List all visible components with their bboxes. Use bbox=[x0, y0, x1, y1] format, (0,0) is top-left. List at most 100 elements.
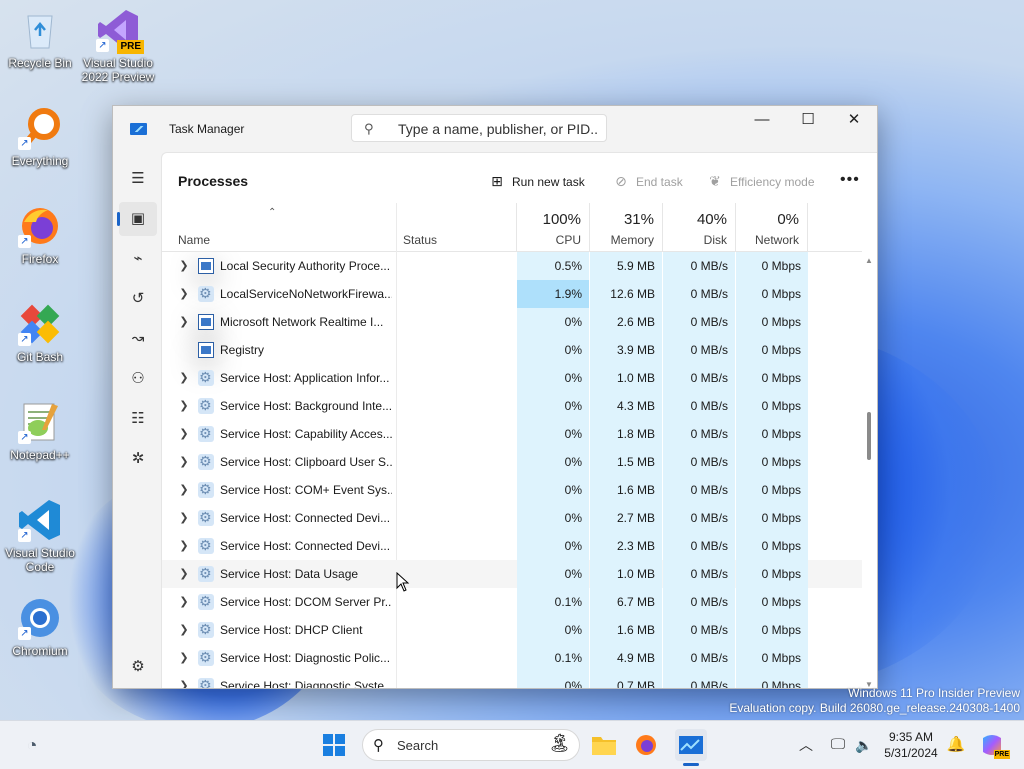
expand-chevron-icon[interactable]: ❯ bbox=[178, 392, 190, 420]
nav-app-history[interactable]: ↺ bbox=[119, 282, 157, 316]
hamburger-menu-button[interactable]: ☰ bbox=[119, 162, 157, 196]
table-row[interactable]: ❯ Local Security Authority Proce... 0.5% 5.… bbox=[162, 252, 862, 280]
disk-value: 0 MB/s bbox=[663, 532, 735, 560]
expand-chevron-icon[interactable]: ❯ bbox=[178, 476, 190, 504]
nav-settings[interactable]: ⚙ bbox=[119, 650, 157, 684]
desktop-icon-notepad-plus-plus[interactable]: ↗ Notepad++ bbox=[0, 400, 80, 462]
table-row[interactable]: ❯ Service Host: DHCP Client 0%1.6 MB0 MB/s… bbox=[162, 616, 862, 644]
processes-icon: ▣ bbox=[130, 210, 146, 227]
process-list: ❯ Local Security Authority Proce... 0.5% 5.… bbox=[162, 252, 862, 688]
desktop-icon-git-bash[interactable]: ↗ Git Bash bbox=[0, 302, 80, 364]
desktop-icon-recycle-bin[interactable]: Recycle Bin bbox=[0, 8, 80, 70]
network-value: 0 Mbps bbox=[736, 336, 808, 364]
table-row[interactable]: ❯ Service Host: Connected Devi... 0%2.3 MB… bbox=[162, 532, 862, 560]
widgets-weather-button[interactable]: ◔ bbox=[16, 729, 48, 761]
firefox-taskbar-button[interactable] bbox=[630, 729, 662, 761]
expand-chevron-icon[interactable]: ❯ bbox=[178, 644, 190, 672]
page-title: Processes bbox=[178, 173, 249, 189]
gear-icon bbox=[198, 481, 214, 498]
show-hidden-icons-button[interactable]: ︿ bbox=[790, 729, 822, 761]
memory-value: 5.9 MB bbox=[590, 252, 662, 280]
notifications-button[interactable]: 🔔 bbox=[940, 729, 972, 761]
run-new-task-button[interactable]: ⊞ Run new task bbox=[488, 167, 585, 195]
process-status bbox=[402, 364, 516, 392]
desktop-icon-vscode[interactable]: ↗ Visual Studio Code bbox=[0, 498, 80, 574]
desktop-icon-chromium[interactable]: ↗ Chromium bbox=[0, 596, 80, 658]
nav-startup-apps[interactable]: ↝ bbox=[119, 322, 157, 356]
nav-performance[interactable]: ⌁ bbox=[119, 242, 157, 276]
desktop-icon-visual-studio-preview[interactable]: PRE ↗ Visual Studio 2022 Preview bbox=[78, 8, 158, 84]
efficiency-mode-button[interactable]: ❦ Efficiency mode bbox=[706, 167, 814, 195]
expand-chevron-icon[interactable]: ❯ bbox=[178, 616, 190, 644]
scrollbar-thumb[interactable] bbox=[867, 412, 871, 460]
start-button[interactable] bbox=[318, 729, 350, 761]
table-row[interactable]: Registry 0% 3.9 MB 0 MB/s 0 Mbps bbox=[162, 336, 862, 364]
desktop-icon-firefox[interactable]: ↗ Firefox bbox=[0, 204, 80, 266]
table-row[interactable]: ❯ Service Host: Background Inte... 0%4.3 M… bbox=[162, 392, 862, 420]
table-row[interactable]: ❯ Service Host: Clipboard User S... 0%1.5 … bbox=[162, 448, 862, 476]
process-search-box[interactable]: ⚲ bbox=[351, 114, 607, 142]
expand-chevron-icon[interactable]: ❯ bbox=[178, 672, 190, 688]
network-value: 0 Mbps bbox=[736, 504, 808, 532]
column-cpu[interactable]: 100% CPU bbox=[516, 203, 589, 251]
expand-chevron-icon[interactable]: ❯ bbox=[178, 420, 190, 448]
process-search-input[interactable] bbox=[396, 119, 600, 139]
shortcut-arrow-icon: ↗ bbox=[18, 137, 31, 150]
column-network[interactable]: 0% Network bbox=[735, 203, 808, 251]
close-button[interactable]: ✕ bbox=[831, 106, 877, 136]
process-status bbox=[402, 672, 516, 688]
vertical-scrollbar[interactable]: ▲ ▼ bbox=[860, 252, 877, 688]
table-row[interactable]: ❯ LocalServiceNoNetworkFirewa... 1.9%12.6 … bbox=[162, 280, 862, 308]
expand-chevron-icon[interactable]: ❯ bbox=[178, 560, 190, 588]
cpu-value: 0.1% bbox=[517, 644, 589, 672]
scroll-up-arrow-icon[interactable]: ▲ bbox=[864, 256, 874, 265]
table-row[interactable]: ❯ Service Host: Diagnostic Polic... 0.1%4.… bbox=[162, 644, 862, 672]
table-row[interactable]: ❯ Microsoft Network Realtime I... 0% 2.6 MB… bbox=[162, 308, 862, 336]
clock[interactable]: 9:35 AM 5/31/2024 bbox=[876, 729, 946, 761]
expand-chevron-icon[interactable]: ❯ bbox=[178, 504, 190, 532]
column-disk[interactable]: 40% Disk bbox=[662, 203, 735, 251]
disk-value: 0 MB/s bbox=[663, 504, 735, 532]
nav-services[interactable]: ✲ bbox=[119, 442, 157, 476]
cpu-value: 0% bbox=[517, 476, 589, 504]
expand-chevron-icon[interactable]: ❯ bbox=[178, 252, 190, 280]
end-task-button[interactable]: ⊘ End task bbox=[612, 167, 683, 195]
expand-chevron-icon[interactable]: ❯ bbox=[178, 364, 190, 392]
table-row[interactable]: ❯ Service Host: Application Infor... 0%1.0… bbox=[162, 364, 862, 392]
process-name: Service Host: Capability Acces... bbox=[220, 427, 392, 441]
table-row[interactable]: ❯ Service Host: COM+ Event Sys... 0%1.6 MB… bbox=[162, 476, 862, 504]
disk-value: 0 MB/s bbox=[663, 336, 735, 364]
table-row[interactable]: ❯ Service Host: Connected Devi... 0%2.7 MB… bbox=[162, 504, 862, 532]
expand-chevron-icon[interactable]: ❯ bbox=[178, 308, 190, 336]
task-manager-taskbar-button[interactable] bbox=[675, 729, 707, 761]
column-status[interactable]: Status bbox=[396, 203, 516, 251]
nav-users[interactable]: ⚇ bbox=[119, 362, 157, 396]
cpu-value: 0.5% bbox=[517, 252, 589, 280]
column-name[interactable]: Name bbox=[162, 203, 396, 251]
cpu-value: 0% bbox=[517, 616, 589, 644]
expand-chevron-icon[interactable]: ❯ bbox=[178, 280, 190, 308]
nav-processes[interactable]: ▣ bbox=[117, 202, 157, 236]
file-explorer-button[interactable] bbox=[588, 729, 620, 761]
more-options-button[interactable]: ••• bbox=[840, 167, 860, 193]
copilot-button[interactable]: PRE bbox=[976, 729, 1010, 761]
minimize-button[interactable]: — bbox=[739, 106, 785, 136]
expand-chevron-icon[interactable]: ❯ bbox=[178, 532, 190, 560]
desktop-icon-everything[interactable]: ↗ Everything bbox=[0, 106, 80, 168]
expand-chevron-icon[interactable]: ❯ bbox=[178, 448, 190, 476]
title-bar[interactable]: Task Manager ⚲ — ☐ ✕ bbox=[113, 106, 877, 152]
desktop-icon-label: Git Bash bbox=[16, 350, 64, 364]
table-row[interactable]: ❯ Service Host: Data Usage 0%1.0 MB0 MB/s0… bbox=[162, 560, 862, 588]
network-value: 0 Mbps bbox=[736, 308, 808, 336]
nav-details[interactable]: ☷ bbox=[119, 402, 157, 436]
shortcut-arrow-icon: ↗ bbox=[18, 627, 31, 640]
taskbar-search[interactable]: ⚲ Search 🏝 bbox=[362, 729, 580, 761]
gear-icon bbox=[198, 369, 214, 386]
column-memory[interactable]: 31% Memory bbox=[589, 203, 662, 251]
table-row[interactable]: ❯ Service Host: DCOM Server Pr... 0.1%6.7 … bbox=[162, 588, 862, 616]
table-row[interactable]: ❯ Service Host: Capability Acces... 0%1.8 … bbox=[162, 420, 862, 448]
clock-date: 5/31/2024 bbox=[884, 746, 938, 760]
disk-value: 0 MB/s bbox=[663, 308, 735, 336]
maximize-button[interactable]: ☐ bbox=[785, 106, 831, 136]
expand-chevron-icon[interactable]: ❯ bbox=[178, 588, 190, 616]
